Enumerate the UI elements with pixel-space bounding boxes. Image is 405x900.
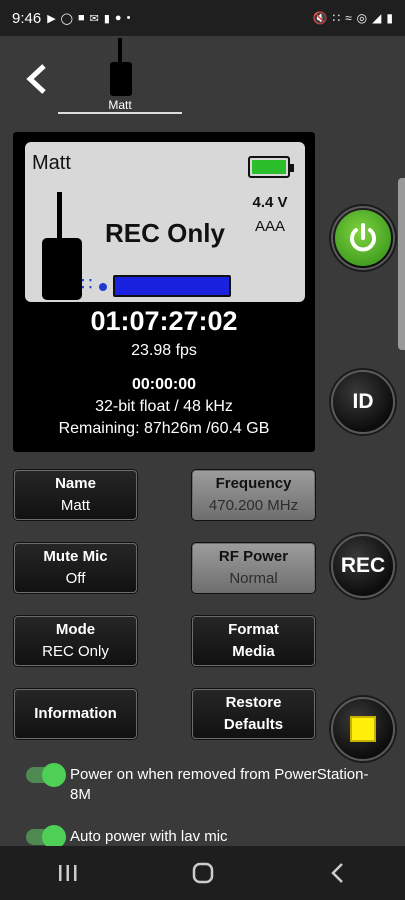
mute-mic-button-value: Off — [65, 570, 86, 587]
netflix-icon: ▮ — [103, 12, 110, 25]
transmitter-large-icon — [42, 192, 82, 300]
rec-button-label: REC — [340, 554, 386, 577]
stop-button[interactable] — [331, 697, 395, 761]
stop-square-icon — [350, 716, 376, 742]
transmitter-icon — [110, 38, 132, 96]
back-button[interactable] — [20, 62, 54, 96]
bluetooth-icon: ∷ — [81, 274, 93, 294]
restore-defaults-line2: Defaults — [223, 716, 284, 733]
home-button[interactable] — [173, 853, 233, 893]
dot-icon: • — [126, 12, 131, 24]
id-button-label: ID — [352, 390, 374, 413]
system-icons: 🔇 ∷ ≈ ◎ ◢ ▮ — [312, 11, 393, 25]
circle-icon: ◯ — [60, 12, 73, 25]
rf-power-button-value: Normal — [229, 570, 278, 587]
home-icon — [192, 862, 213, 884]
mute-icon: 🔇 — [312, 11, 328, 25]
navigation-bar — [0, 846, 405, 900]
power-icon — [350, 223, 376, 252]
format-media-line1: Format — [228, 621, 279, 638]
battery-type: AAA — [254, 218, 285, 235]
name-button-title: Name — [55, 475, 96, 492]
frequency-button-title: Frequency — [215, 475, 292, 492]
tmobile-icon: ■ — [77, 12, 85, 24]
frame-rate: 23.98 fps — [131, 342, 197, 359]
notification-icons: ▶ ◯ ■ ✉ ▮ ● • — [47, 12, 130, 25]
format-media-button[interactable]: Format Media — [192, 616, 315, 666]
gmail-icon: ✉ — [89, 12, 99, 25]
mute-mic-button-title: Mute Mic — [43, 548, 108, 565]
restore-defaults-line1: Restore — [225, 694, 282, 711]
nav-back-button[interactable] — [308, 853, 368, 893]
mode-button-value: REC Only — [42, 643, 109, 660]
bluetooth-icon: ∷ — [332, 11, 341, 25]
remaining-storage: Remaining: 87h26m /60.4 GB — [58, 420, 270, 437]
lcd-mode: REC Only — [105, 218, 225, 248]
header: Matt — [0, 36, 405, 120]
mode-button[interactable]: Mode REC Only — [14, 616, 137, 666]
toggle-row-auto-power: Auto power with lav mic — [26, 825, 386, 849]
lcd-name: Matt — [32, 152, 71, 174]
back-icon — [330, 863, 343, 883]
power-button[interactable] — [331, 206, 395, 270]
bluetooth-dot-icon — [99, 283, 107, 291]
record-time: 00:00:00 — [131, 376, 197, 393]
timecode: 01:07:27:02 — [90, 306, 238, 336]
recents-icon — [58, 865, 76, 881]
information-button-title: Information — [34, 705, 117, 722]
name-button-value: Matt — [60, 497, 91, 514]
rf-power-button-title: RF Power — [218, 548, 289, 565]
rf-power-button[interactable]: RF Power Normal — [192, 543, 315, 593]
lcd-screen: Matt 4.4 V AAA REC Only ∷ — [25, 142, 305, 302]
mode-button-title: Mode — [55, 621, 96, 638]
battery-charging-icon: ▮ — [386, 11, 393, 25]
audio-format: 32-bit float / 48 kHz — [95, 398, 233, 415]
transmitter-name: Matt — [108, 98, 132, 112]
toggle-label: Power on when removed from PowerStation-… — [70, 766, 369, 803]
id-button[interactable]: ID — [331, 370, 395, 434]
toggle-row-power-on-removed: Power on when removed from PowerStation-… — [26, 763, 386, 805]
hotspot-icon: ◎ — [356, 11, 368, 25]
transmitter-tab[interactable]: Matt — [58, 36, 182, 114]
auto-power-toggle[interactable] — [26, 825, 66, 849]
battery-icon — [248, 156, 294, 178]
status-time: 9:46 — [12, 9, 42, 27]
recents-button[interactable] — [38, 853, 98, 893]
device-display: Matt 4.4 V AAA REC Only ∷ 01:07:27:02 23… — [13, 132, 315, 452]
youtube-icon: ▶ — [47, 12, 56, 25]
pinterest-icon: ● — [114, 12, 122, 24]
battery-voltage: 4.4 V — [252, 194, 288, 211]
information-button[interactable]: Information — [14, 689, 137, 739]
power-on-removed-toggle[interactable] — [26, 763, 66, 787]
frequency-button-value: 470.200 MHz — [208, 497, 299, 514]
frequency-button[interactable]: Frequency 470.200 MHz — [192, 470, 315, 520]
scrollbar[interactable] — [398, 178, 405, 350]
signal-icon: ◢ — [372, 11, 382, 25]
status-bar: 9:46 ▶ ◯ ■ ✉ ▮ ● • 🔇 ∷ ≈ ◎ ◢ ▮ — [0, 0, 405, 36]
chevron-left-icon — [26, 64, 46, 94]
wifi-icon: ≈ — [345, 11, 352, 25]
name-button[interactable]: Name Matt — [14, 470, 137, 520]
restore-defaults-button[interactable]: Restore Defaults — [192, 689, 315, 739]
format-media-line2: Media — [232, 643, 275, 660]
toggle-label: Auto power with lav mic — [70, 828, 228, 845]
mute-mic-button[interactable]: Mute Mic Off — [14, 543, 137, 593]
rec-button[interactable]: REC — [331, 534, 395, 598]
audio-level-meter — [113, 275, 231, 297]
